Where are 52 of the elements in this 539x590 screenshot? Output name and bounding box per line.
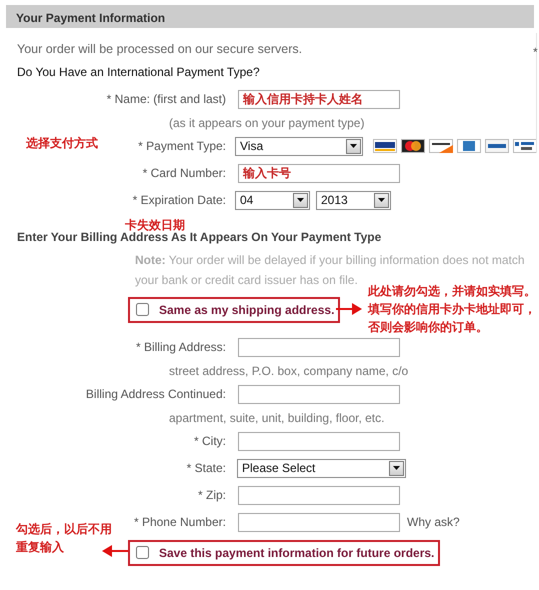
card-logo-icon <box>373 139 397 154</box>
section-header: Your Payment Information <box>6 5 534 28</box>
checkbox[interactable] <box>136 303 149 316</box>
field-label: * Card Number: <box>142 166 226 180</box>
text-field[interactable] <box>238 486 400 505</box>
hint-text: (as it appears on your payment type) <box>169 114 364 132</box>
arrow-icon <box>336 303 362 315</box>
checkbox-label: Same as my shipping address. <box>159 302 334 319</box>
text-field[interactable] <box>238 338 400 357</box>
field-label: * Payment Type: <box>138 139 226 154</box>
arrow-icon <box>102 545 128 557</box>
text-field[interactable] <box>238 512 400 532</box>
card-logo-icon <box>429 139 453 154</box>
section-heading: Enter Your Billing Address As It Appears On Your Payment Type <box>17 230 382 246</box>
field-label: * Phone Number: <box>134 515 226 530</box>
edge-mark: * <box>533 44 538 61</box>
annotation-text: 此处请勿勾选，并请如实填写。填写你的信用卡办卡地址即可，否则会影响你的订单。 <box>368 283 536 336</box>
hint-text: apartment, suite, unit, building, floor, etc. <box>169 410 384 427</box>
annotation-text: 卡失效日期 <box>125 217 185 232</box>
intro-text: Your order will be processed on our secure servers. <box>17 42 302 56</box>
field-label: Billing Address Continued: <box>86 387 226 402</box>
text-field[interactable] <box>238 432 400 451</box>
annotation-text: 选择支付方式 <box>26 135 98 152</box>
caret-icon <box>389 460 404 476</box>
question-text: Do You Have an International Payment Type? <box>17 64 260 79</box>
field-label: * Zip: <box>198 488 226 502</box>
caret-icon <box>374 192 389 208</box>
card-logo-icon <box>457 139 481 154</box>
field-label: * Billing Address: <box>136 340 226 354</box>
field-label: * State: <box>186 461 226 476</box>
select-field[interactable]: 2013 <box>316 190 391 210</box>
text-field[interactable] <box>238 384 400 404</box>
note-text: Note: Your order will be delayed if your billing information does not match <box>135 252 525 267</box>
card-logo-icon <box>485 139 509 154</box>
card-logo-icon <box>401 139 425 154</box>
field-label: * City: <box>194 434 226 448</box>
checkbox-label: Save this payment information for future orders. <box>159 544 434 562</box>
caret-icon <box>346 138 361 154</box>
text-field[interactable]: 输入信用卡持卡人姓名 <box>238 90 400 109</box>
hint-text: street address, P.O. box, company name, c/o <box>169 362 408 380</box>
text-field[interactable]: 输入卡号 <box>238 164 400 183</box>
field-label: * Name: (first and last) <box>106 92 226 106</box>
field-label: * Expiration Date: <box>132 193 226 208</box>
card-logo-icon <box>513 139 537 154</box>
why-ask-link[interactable]: Why ask? <box>407 513 460 532</box>
caret-icon <box>293 192 308 208</box>
select-field[interactable]: Please Select <box>237 458 406 478</box>
checkbox[interactable] <box>136 546 149 560</box>
select-field[interactable]: Visa <box>235 136 363 156</box>
note-text: your bank or credit card issuer has on file. <box>135 272 358 287</box>
select-field[interactable]: 04 <box>235 190 310 210</box>
annotation-text: 勾选后，以后不用重复输入 <box>16 521 112 556</box>
